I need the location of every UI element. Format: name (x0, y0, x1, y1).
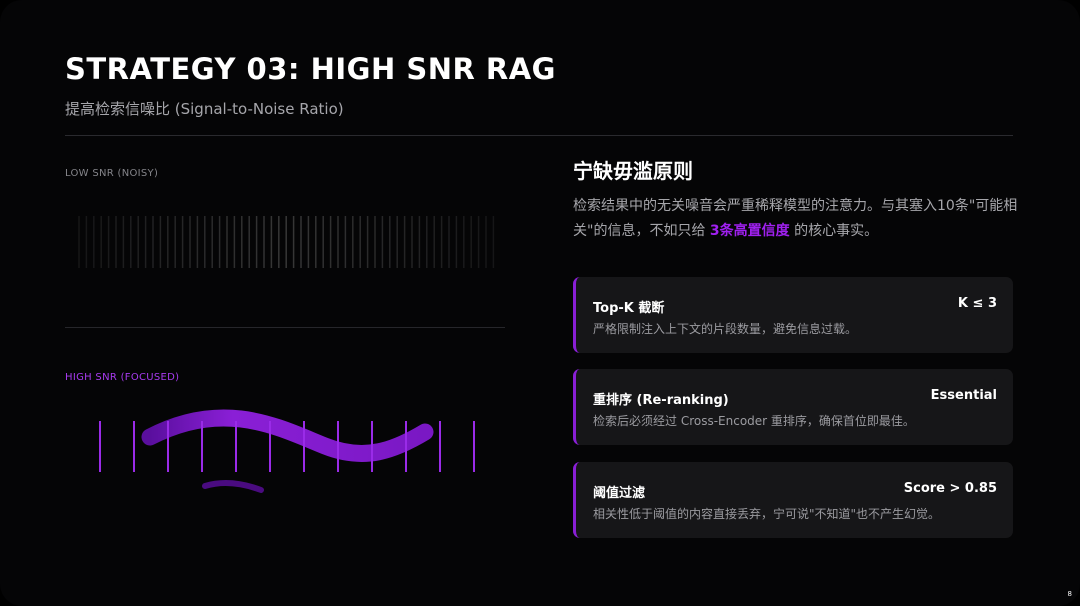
description-highlight: 3条高置信度 (709, 223, 790, 239)
high-snr-label: HIGH SNR (FOCUSED) (65, 372, 180, 383)
principle-description: 检索结果中的无关噪音会严重稀释模型的注意力。与其塞入10条"可能相关"的信息，不… (573, 194, 1028, 244)
card-description: 检索后必须经过 Cross-Encoder 重排序，确保首位即最佳。 (593, 414, 915, 428)
card-description: 严格限制注入上下文的片段数量，避免信息过载。 (593, 322, 858, 336)
card-value: Essential (930, 388, 997, 403)
card-value: K ≤ 3 (957, 296, 997, 311)
card-title: 阈值过滤 (593, 486, 646, 501)
description-text-end: 的核心事实。 (789, 223, 879, 239)
header-divider (65, 135, 1013, 136)
slide-subtitle: 提高检索信噪比 (Signal-to-Noise Ratio) (65, 100, 344, 118)
card-top-k: Top-K 截断 K ≤ 3 严格限制注入上下文的片段数量，避免信息过载。 (573, 277, 1013, 353)
slide: STRATEGY 03: HIGH SNR RAG 提高检索信噪比 (Signa… (0, 0, 1080, 606)
low-snr-label: LOW SNR (NOISY) (65, 168, 159, 179)
noise-visualization (78, 216, 495, 268)
card-description: 相关性低于阈值的内容直接丢弃，宁可说"不知道"也不产生幻觉。 (593, 507, 941, 521)
card-title: 重排序 (Re-ranking) (593, 393, 729, 408)
page-number: 8 (1067, 590, 1072, 598)
card-value: Score > 0.85 (903, 481, 997, 496)
signal-visualization (99, 409, 475, 493)
signal-wave (141, 409, 434, 462)
card-reranking: 重排序 (Re-ranking) Essential 检索后必须经过 Cross… (573, 369, 1013, 445)
principle-heading: 宁缺毋滥原则 (573, 159, 693, 183)
card-title: Top-K 截断 (593, 301, 665, 316)
card-threshold: 阈值过滤 Score > 0.85 相关性低于阈值的内容直接丢弃，宁可说"不知道… (573, 462, 1013, 538)
slide-title: STRATEGY 03: HIGH SNR RAG (65, 52, 556, 86)
signal-wave-echo (202, 480, 264, 493)
visual-divider (65, 327, 505, 328)
